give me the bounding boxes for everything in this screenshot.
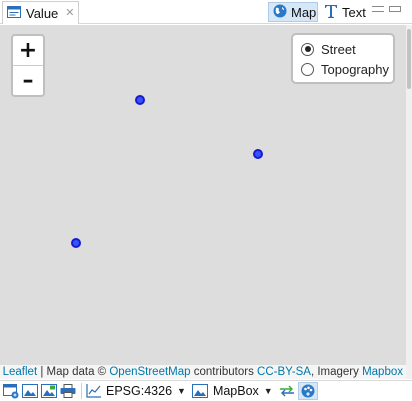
map-canvas[interactable]: + – Street Topography Leaflet | Map data… [0,25,406,379]
window-controls [372,6,401,12]
text-view-label: Text [342,4,366,20]
maximize-icon[interactable] [389,6,401,12]
map-marker[interactable] [71,238,81,248]
tab-value[interactable]: Value ✕ [2,1,79,24]
attribution-text: | Map data © [37,366,110,378]
zoom-in-button[interactable]: + [13,36,43,66]
license-link[interactable]: CC-BY-SA [257,366,311,378]
zoom-out-button[interactable]: – [13,65,43,95]
map-view-toggle[interactable]: Map [268,2,318,22]
palette-icon[interactable] [297,382,318,400]
tile-dropdown-icon[interactable]: ▼ [264,386,273,396]
map-marker[interactable] [253,149,263,159]
openstreetmap-link[interactable]: OpenStreetMap [109,366,190,378]
zoom-control: + – [11,34,45,97]
attribution-text: contributors [190,366,258,378]
close-icon[interactable]: ✕ [65,7,74,19]
print-icon[interactable] [59,383,76,399]
layer-option-topography[interactable]: Topography [301,59,389,79]
text-view-toggle[interactable]: Text [320,2,368,22]
text-t-icon [324,3,338,22]
image-export-icon[interactable] [40,383,57,399]
new-map-icon[interactable] [2,383,19,399]
toolbar-separator [81,383,82,399]
map-view-label: Map [291,4,317,20]
globe-icon [273,4,287,21]
tile-source-label[interactable]: MapBox [213,384,259,398]
map-attribution: Leaflet | Map data © OpenStreetMap contr… [0,365,406,379]
map-toolbar: EPSG:4326 ▼ MapBox ▼ [0,380,412,401]
tab-value-label: Value [26,5,59,21]
leaflet-link[interactable]: Leaflet [3,366,38,378]
image-icon[interactable] [192,383,209,399]
crs-label[interactable]: EPSG:4326 [106,384,172,398]
attribution-text: , Imagery [310,366,363,378]
swap-arrows-icon[interactable] [279,383,296,399]
mapbox-link[interactable]: Mapbox [362,366,403,378]
value-view-icon [7,5,21,21]
topography-label: Topography [321,61,389,77]
crs-dropdown-icon[interactable]: ▼ [177,386,186,396]
image-icon[interactable] [21,383,38,399]
topography-radio[interactable] [301,62,314,76]
vertical-scrollbar[interactable] [406,25,412,379]
view-tabbar: Value ✕ Map Text [0,0,412,24]
scroll-thumb[interactable] [407,29,411,89]
street-label: Street [321,41,356,57]
layer-option-street[interactable]: Street [301,39,385,59]
street-radio[interactable] [301,42,314,56]
minimize-icon[interactable] [372,6,384,12]
layer-control: Street Topography [291,33,395,84]
map-marker[interactable] [135,95,145,105]
chart-icon[interactable] [85,383,102,399]
